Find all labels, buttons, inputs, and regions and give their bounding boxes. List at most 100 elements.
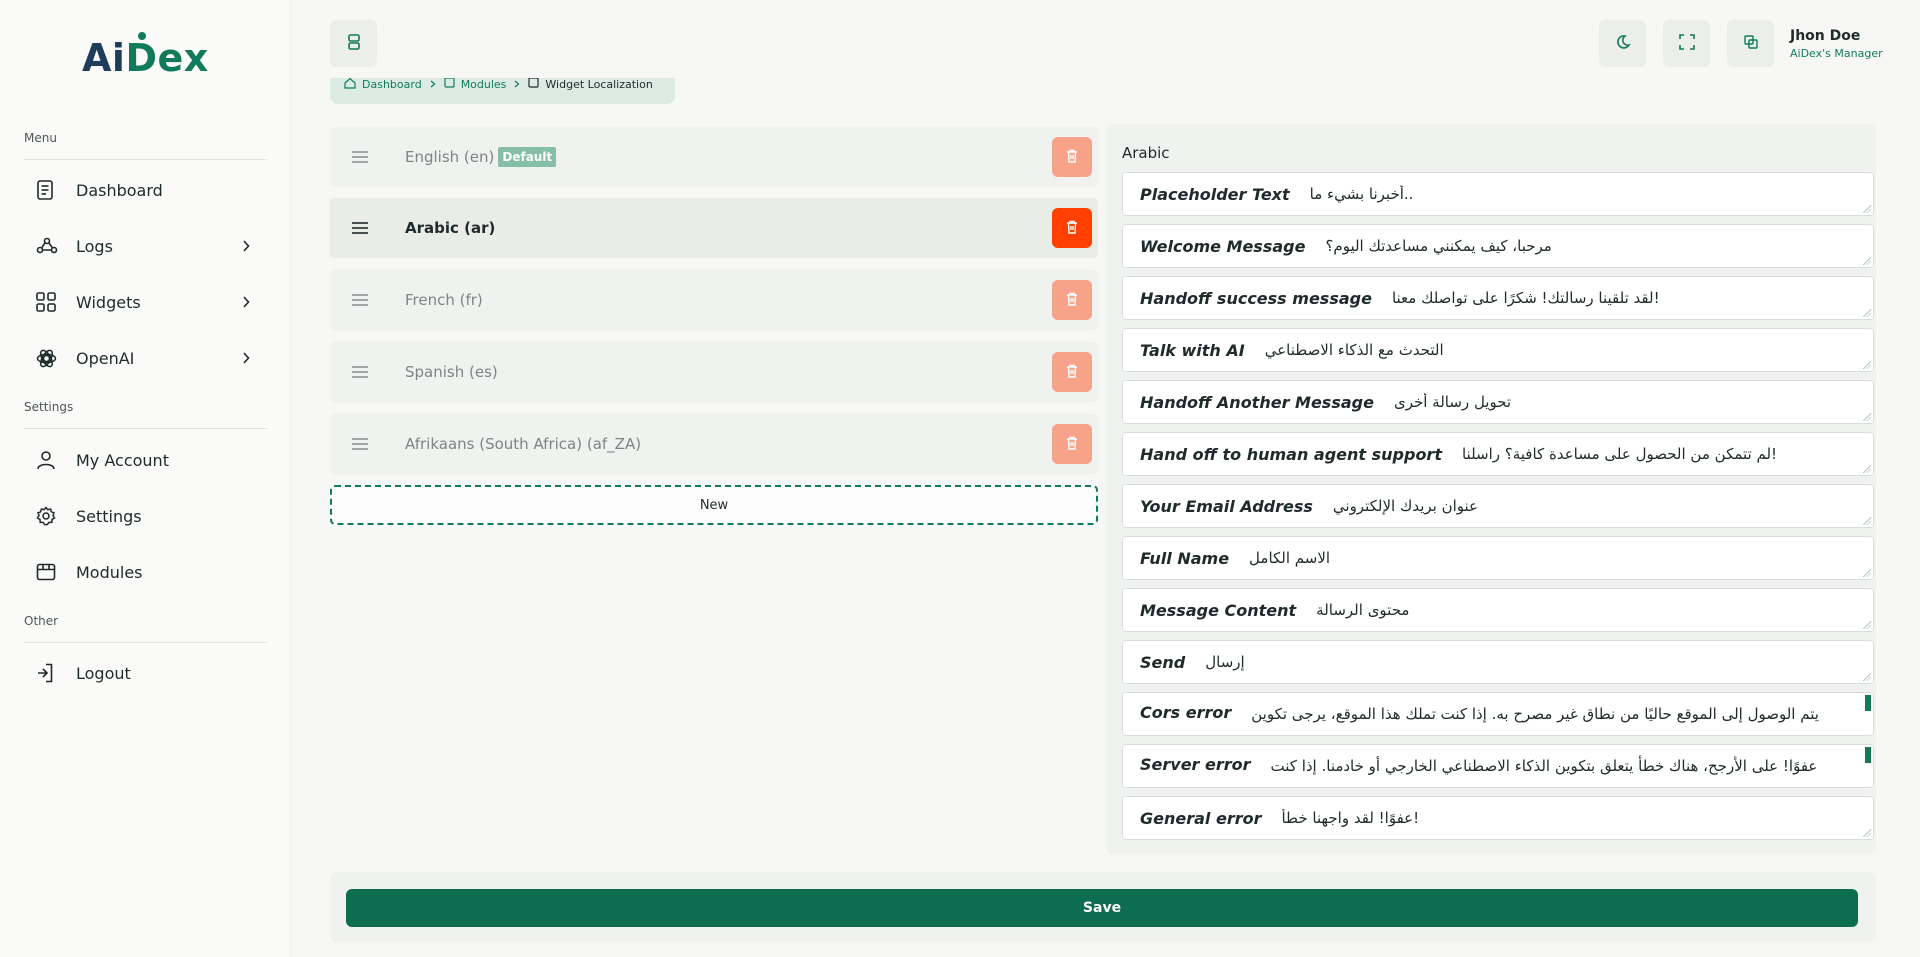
avatar-button[interactable] [1727, 20, 1774, 67]
cors-error-field[interactable]: Cors error يتم الوصول إلى الموقع حاليًا … [1122, 692, 1874, 736]
breadcrumb-label: Modules [460, 78, 507, 91]
drag-handle-icon[interactable] [330, 222, 390, 234]
field-value[interactable]: تحويل رسالة أخرى [1394, 393, 1511, 411]
field-value[interactable]: التحدث مع الذكاء الاصطناعي [1265, 341, 1444, 359]
trash-icon [1066, 363, 1078, 382]
resize-handle-icon[interactable] [1863, 413, 1871, 421]
toggle-sidebar-button[interactable] [330, 20, 377, 67]
scrollbar[interactable] [1865, 695, 1871, 711]
sidebar-item-modules[interactable]: Modules [24, 552, 267, 592]
send-field[interactable]: Send إرسال [1122, 640, 1874, 684]
full-name-field[interactable]: Full Name الاسم الكامل [1122, 536, 1874, 580]
field-value[interactable]: عفوًا! على الأرجح، هناك خطأ يتعلق بتكوين… [1271, 755, 1861, 783]
sidebar-item-logout[interactable]: Logout [24, 653, 267, 693]
field-value[interactable]: مرحبا، كيف يمكنني مساعدتك اليوم؟ [1325, 237, 1551, 255]
file-text-icon [24, 180, 70, 200]
resize-handle-icon[interactable] [1863, 465, 1871, 473]
resize-handle-icon[interactable] [1863, 205, 1871, 213]
sidebar-item-widgets[interactable]: Widgets [24, 282, 267, 322]
welcome-message-field[interactable]: Welcome Message مرحبا، كيف يمكنني مساعدت… [1122, 224, 1874, 268]
language-row-fr[interactable]: French (fr) [330, 270, 1098, 330]
trash-icon [1066, 219, 1078, 238]
scrollbar[interactable] [1865, 747, 1871, 763]
general-error-field[interactable]: General error !عفوًا! لقد واجهنا خطأ [1122, 796, 1874, 840]
drag-handle-icon[interactable] [330, 151, 390, 163]
handoff-another-message-field[interactable]: Handoff Another Message تحويل رسالة أخرى [1122, 380, 1874, 424]
default-badge: Default [498, 147, 557, 167]
breadcrumb-item-dashboard[interactable]: Dashboard [344, 78, 422, 92]
delete-language-button[interactable] [1052, 280, 1092, 320]
language-label: Afrikaans (South Africa) (af_ZA) [405, 435, 642, 453]
brand-logo[interactable]: AiDex [82, 32, 209, 80]
new-language-button[interactable]: New [330, 485, 1098, 525]
field-value[interactable]: إرسال [1205, 653, 1244, 671]
sidebar-item-openai[interactable]: OpenAI [24, 338, 267, 378]
resize-handle-icon[interactable] [1863, 361, 1871, 369]
fullscreen-button[interactable] [1663, 20, 1710, 67]
sidebar-item-label: OpenAI [76, 348, 135, 368]
talk-with-ai-field[interactable]: Talk with AI التحدث مع الذكاء الاصطناعي [1122, 328, 1874, 372]
resize-handle-icon[interactable] [1863, 829, 1871, 837]
language-row-ar[interactable]: Arabic (ar) [330, 198, 1098, 258]
field-label: Handoff success message [1140, 288, 1372, 308]
email-address-field[interactable]: Your Email Address عنوان بريدك الإلكترون… [1122, 484, 1874, 528]
sidebar-item-label: Dashboard [76, 180, 163, 200]
home-icon [344, 78, 356, 92]
drag-handle-icon[interactable] [330, 366, 390, 378]
breadcrumb-item-modules[interactable]: Modules [444, 78, 507, 91]
language-row-es[interactable]: Spanish (es) [330, 342, 1098, 402]
hand-off-to-human-agent-field[interactable]: Hand off to human agent support !لم تتمك… [1122, 432, 1874, 476]
field-value[interactable]: !لم تتمكن من الحصول على مساعدة كافية؟ را… [1462, 445, 1777, 463]
drag-handle-icon[interactable] [330, 294, 390, 306]
breadcrumb-label: Dashboard [362, 78, 422, 91]
resize-handle-icon[interactable] [1863, 257, 1871, 265]
menu-section-title: Menu [24, 131, 57, 145]
field-value[interactable]: يتم الوصول إلى الموقع حاليًا من نطاق غير… [1251, 703, 1841, 731]
resize-handle-icon[interactable] [1863, 569, 1871, 577]
sidebar: AiDex Menu Dashboard Logs Widgets OpenAI [0, 0, 291, 957]
delete-language-button[interactable] [1052, 424, 1092, 464]
delete-language-button[interactable] [1052, 137, 1092, 177]
sidebar-item-my-account[interactable]: My Account [24, 440, 267, 480]
field-label: Cors error [1140, 703, 1232, 722]
field-value[interactable]: !لقد تلقينا رسالتك! شكرًا على تواصلك معن… [1392, 289, 1660, 307]
box-icon [444, 78, 455, 91]
field-value[interactable]: محتوى الرسالة [1316, 601, 1409, 619]
save-button[interactable]: Save [346, 889, 1858, 927]
dark-mode-button[interactable] [1599, 20, 1646, 67]
field-value[interactable]: !عفوًا! لقد واجهنا خطأ [1281, 809, 1419, 827]
sidebar-item-settings[interactable]: Settings [24, 496, 267, 536]
language-label: Spanish (es) [405, 363, 498, 381]
language-row-en[interactable]: English (en) Default [330, 127, 1098, 187]
handoff-success-message-field[interactable]: Handoff success message !لقد تلقينا رسال… [1122, 276, 1874, 320]
sidebar-item-dashboard[interactable]: Dashboard [24, 170, 267, 210]
openai-icon [24, 348, 70, 369]
message-content-field[interactable]: Message Content محتوى الرسالة [1122, 588, 1874, 632]
translation-panel: Arabic Placeholder Text ..أخبرنا بشيء ما… [1106, 124, 1876, 854]
box-icon [528, 78, 540, 91]
box-icon [24, 563, 70, 581]
trash-icon [1066, 291, 1078, 310]
delete-language-button[interactable] [1052, 208, 1092, 248]
chevron-right-icon [235, 240, 257, 252]
resize-handle-icon[interactable] [1863, 673, 1871, 681]
field-value[interactable]: الاسم الكامل [1249, 549, 1330, 567]
field-value[interactable]: ..أخبرنا بشيء ما [1310, 185, 1414, 203]
logout-icon [24, 663, 70, 683]
server-error-field[interactable]: Server error عفوًا! على الأرجح، هناك خطأ… [1122, 744, 1874, 788]
field-value[interactable]: عنوان بريدك الإلكتروني [1333, 497, 1478, 515]
divider [24, 428, 267, 429]
resize-handle-icon[interactable] [1863, 517, 1871, 525]
language-row-af-za[interactable]: Afrikaans (South Africa) (af_ZA) [330, 414, 1098, 474]
user-role: AiDex's Manager [1790, 47, 1883, 60]
resize-handle-icon[interactable] [1863, 621, 1871, 629]
resize-handle-icon[interactable] [1863, 309, 1871, 317]
delete-language-button[interactable] [1052, 352, 1092, 392]
field-label: Your Email Address [1140, 496, 1313, 516]
placeholder-text-field[interactable]: Placeholder Text ..أخبرنا بشيء ما [1122, 172, 1874, 216]
drag-handle-icon[interactable] [330, 438, 390, 450]
sidebar-item-logs[interactable]: Logs [24, 226, 267, 266]
language-name: English (en) Default [405, 147, 1052, 167]
language-label: English (en) [405, 148, 495, 166]
chevron-right-icon [514, 78, 520, 91]
